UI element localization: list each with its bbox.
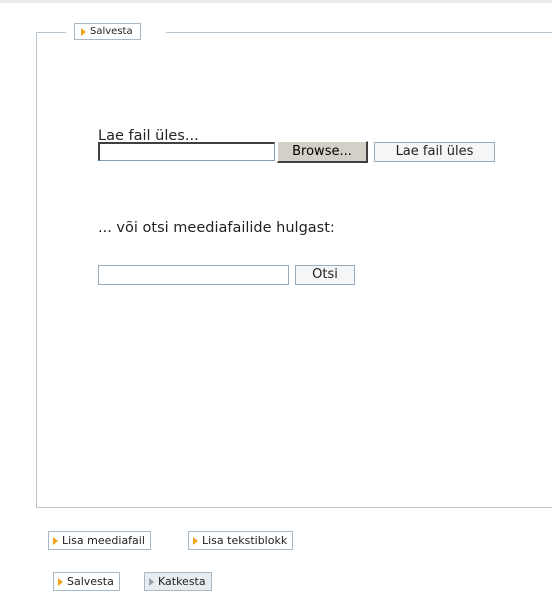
save-label: Salvesta xyxy=(67,575,114,588)
add-media-button[interactable]: Lisa meediafail xyxy=(48,531,151,550)
legend-save-label: Salvesta xyxy=(90,26,133,37)
legend-save-button[interactable]: Salvesta xyxy=(74,23,141,40)
arrow-right-icon xyxy=(53,536,58,545)
browse-button[interactable]: Browse... xyxy=(277,141,368,163)
top-border xyxy=(0,0,552,3)
arrow-right-icon xyxy=(58,577,63,586)
upload-file-button[interactable]: Lae fail üles xyxy=(374,142,495,162)
arrow-right-icon xyxy=(193,536,198,545)
arrow-right-icon xyxy=(81,27,86,36)
cancel-button[interactable]: Katkesta xyxy=(144,572,212,591)
cancel-label: Katkesta xyxy=(158,575,206,588)
add-text-block-label: Lisa tekstiblokk xyxy=(202,534,288,547)
save-button[interactable]: Salvesta xyxy=(53,572,120,591)
file-path-input[interactable] xyxy=(98,142,275,161)
arrow-right-icon xyxy=(149,577,154,586)
add-text-block-button[interactable]: Lisa tekstiblokk xyxy=(188,531,294,550)
search-button[interactable]: Otsi xyxy=(295,265,355,285)
search-input[interactable] xyxy=(98,265,289,285)
search-media-label: ... või otsi meediafailide hulgast: xyxy=(98,220,335,236)
add-media-label: Lisa meediafail xyxy=(62,534,145,547)
